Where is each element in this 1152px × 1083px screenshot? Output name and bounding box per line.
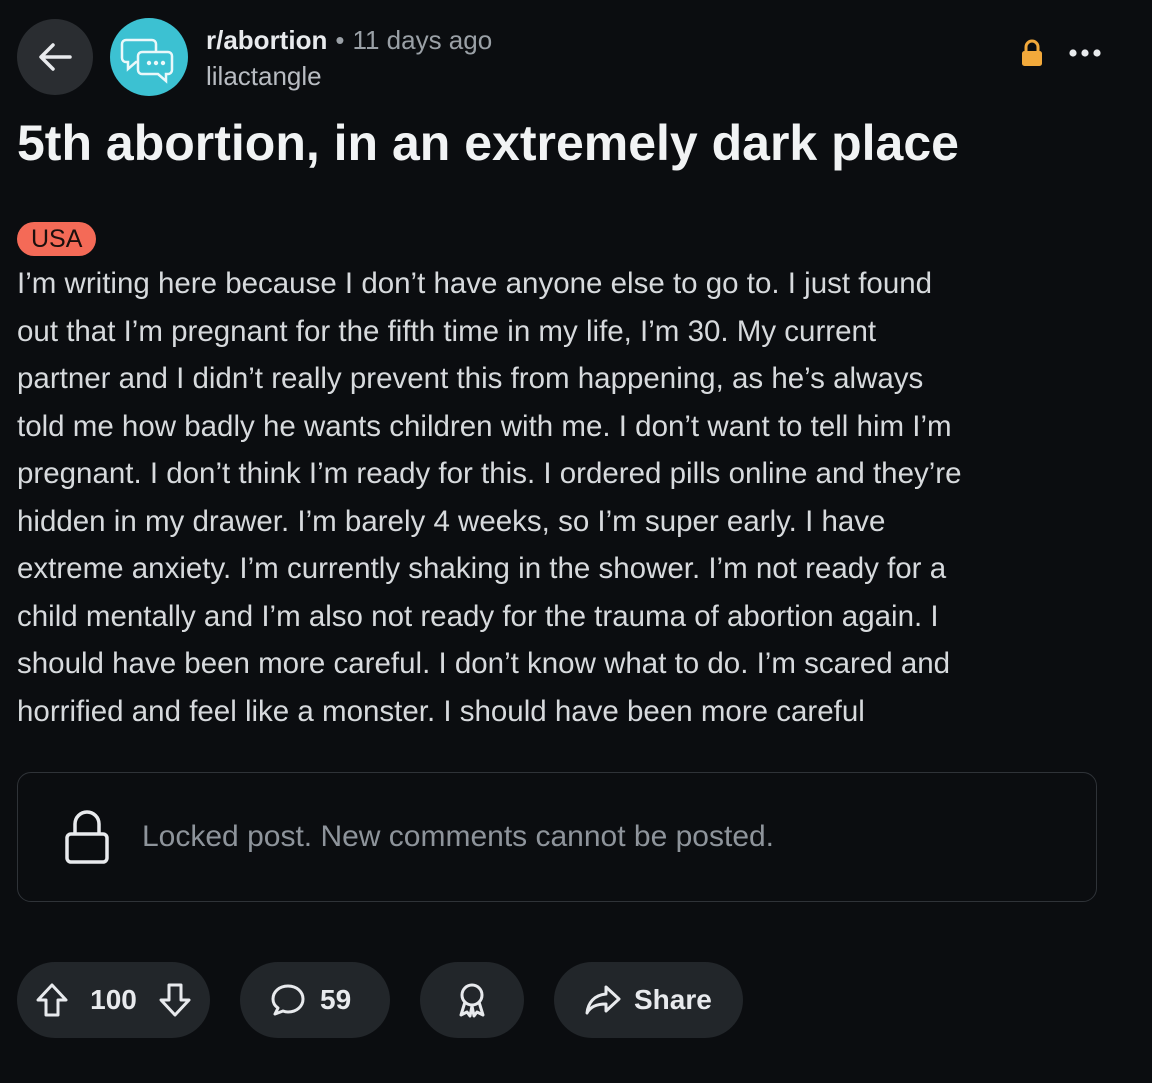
body-line: pregnant. I don’t think I’m ready for th…: [17, 457, 962, 490]
body-line: I’m writing here because I don’t have an…: [17, 267, 933, 300]
upvote-button[interactable]: [35, 982, 69, 1018]
arrow-up-icon: [36, 983, 68, 1017]
vote-count: 100: [90, 984, 137, 1015]
post-page: r/abortion • 11 days ago lilactangle 5th…: [0, 0, 1152, 1083]
body-line: horrified and feel like a monster. I sho…: [17, 694, 865, 728]
body-line: told me how badly he wants children with…: [17, 409, 952, 443]
padlock-icon: [60, 806, 114, 868]
subreddit-avatar[interactable]: [110, 18, 188, 96]
comment-bubble-icon: [271, 984, 305, 1016]
body-line: hidden in my drawer. I’m barely 4 weeks,…: [17, 504, 886, 538]
arrow-left-icon: [39, 43, 72, 71]
author-name[interactable]: lilactangle: [206, 58, 492, 94]
post-flair[interactable]: USA: [17, 222, 97, 256]
post-body: I’m writing here because I don’t have an…: [17, 260, 1132, 735]
arrow-down-icon: [159, 983, 191, 1017]
back-button[interactable]: [17, 19, 93, 95]
body-line: extreme anxiety. I’m currently shaking i…: [17, 552, 947, 585]
post-meta: r/abortion • 11 days ago lilactangle: [206, 22, 492, 94]
post-action-bar: 100 59 Share: [17, 962, 743, 1038]
share-arrow-icon: [585, 985, 621, 1015]
more-options-button[interactable]: [1068, 48, 1102, 58]
share-button[interactable]: Share: [554, 962, 743, 1038]
award-button[interactable]: [420, 962, 524, 1038]
body-line: out that I’m pregnant for the fifth time…: [17, 314, 877, 348]
lock-icon: [1022, 39, 1042, 66]
ellipsis-icon: [1069, 49, 1101, 57]
locked-notice: Locked post. New comments cannot be post…: [17, 772, 1097, 902]
body-line: child mentally and I’m also not ready fo…: [17, 599, 939, 633]
comments-button[interactable]: 59: [240, 962, 390, 1038]
award-icon: [459, 983, 485, 1018]
body-line: should have been more careful. I don’t k…: [17, 647, 951, 680]
post-title: 5th abortion, in an extremely dark place: [17, 115, 959, 171]
chat-bubbles-icon: [120, 38, 174, 84]
post-header-actions: [1020, 38, 1102, 68]
subreddit-name[interactable]: r/abortion: [206, 22, 327, 58]
downvote-button[interactable]: [158, 982, 192, 1018]
comment-count: 59: [320, 984, 352, 1015]
locked-notice-text: Locked post. New comments cannot be post…: [142, 820, 775, 853]
post-time: 11 days ago: [352, 25, 493, 55]
body-line: partner and I didn’t really prevent this…: [17, 362, 924, 395]
vote-control: 100: [17, 962, 210, 1038]
share-label: Share: [634, 984, 712, 1015]
meta-separator: •: [335, 25, 345, 55]
